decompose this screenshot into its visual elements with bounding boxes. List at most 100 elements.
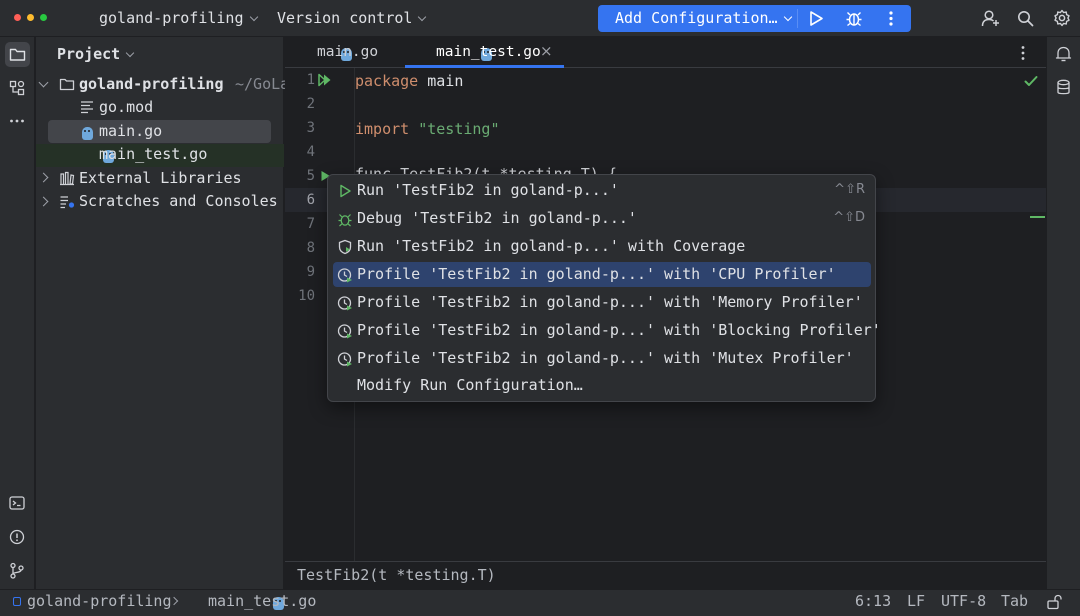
line-number: 3: [306, 120, 315, 136]
line-number: 6: [306, 192, 315, 208]
menu-item-label: Profile 'TestFib2 in goland-p...' with '…: [357, 321, 881, 339]
more-tabs-icon[interactable]: [1020, 45, 1026, 61]
run-all-gutter-icon[interactable]: [318, 73, 333, 87]
run-configuration-selector[interactable]: Add Configuration…: [615, 9, 792, 27]
structure-icon[interactable]: [9, 80, 25, 96]
menu-item-profile-mutex[interactable]: Profile 'TestFib2 in goland-p...' with '…: [333, 346, 871, 371]
no-problems-check-icon[interactable]: [1024, 75, 1038, 87]
tab-main-test-go[interactable]: main_test.go: [436, 44, 541, 60]
tree-scratches-consoles[interactable]: Scratches and Consoles: [79, 192, 278, 210]
tree-file-go-mod[interactable]: go.mod: [99, 98, 153, 116]
module-icon: [13, 597, 21, 606]
menu-item-run[interactable]: Run 'TestFib2 in goland-p...' ^⇧R: [333, 178, 871, 203]
vcs-widget[interactable]: Version control: [277, 9, 427, 27]
right-tool-strip: [1046, 37, 1080, 589]
status-breadcrumb-project[interactable]: goland-profiling: [27, 592, 172, 610]
profiler-icon: [337, 352, 352, 367]
menu-item-label: Profile 'TestFib2 in goland-p...' with '…: [357, 265, 836, 283]
more-actions-icon[interactable]: [888, 10, 894, 27]
indent-selector[interactable]: Tab: [1001, 592, 1028, 610]
unlock-icon[interactable]: [1046, 594, 1062, 610]
line-number: 5: [306, 168, 315, 184]
vcs-widget-label: Version control: [277, 9, 413, 27]
scratches-icon: [60, 196, 75, 209]
keyword-token: package: [355, 72, 419, 90]
menu-item-label: Run 'TestFib2 in goland-p...': [357, 181, 619, 199]
zoom-window-button[interactable]: [40, 14, 47, 21]
line-number: 9: [306, 264, 315, 280]
debug-icon: [338, 214, 352, 227]
tree-root-path: ~/GoLa: [235, 75, 290, 93]
menu-item-label: Run 'TestFib2 in goland-p...' with Cover…: [357, 237, 746, 255]
scrollbar-marker: [1030, 216, 1045, 218]
line-number: 10: [298, 288, 315, 304]
tree-file-main-test-go[interactable]: main_test.go: [99, 145, 207, 163]
status-breadcrumb-file[interactable]: main_test.go: [208, 592, 316, 610]
menu-item-modify-run-configuration[interactable]: Modify Run Configuration…: [333, 373, 871, 398]
add-user-icon[interactable]: [981, 9, 1000, 28]
more-tools-icon[interactable]: [9, 118, 25, 124]
code-line-1: package main: [355, 72, 463, 90]
menu-item-label: Debug 'TestFib2 in goland-p...': [357, 209, 637, 227]
menu-shortcut: ^⇧R: [834, 182, 865, 197]
run-icon[interactable]: [808, 10, 824, 27]
settings-gear-icon[interactable]: [1053, 9, 1071, 27]
tree-root-label: goland-profiling: [79, 75, 224, 93]
caret-position[interactable]: 6:13: [855, 592, 891, 610]
menu-item-profile-cpu[interactable]: Profile 'TestFib2 in goland-p...' with '…: [333, 262, 871, 287]
project-panel-title: Project: [57, 45, 121, 63]
chevron-down-icon: [125, 48, 135, 58]
tree-file-main-go[interactable]: main.go: [99, 122, 162, 140]
chevron-down-icon: [418, 12, 427, 22]
line-number: 1: [306, 72, 315, 88]
minimize-window-button[interactable]: [27, 14, 34, 21]
debug-icon[interactable]: [845, 9, 863, 27]
active-tab-indicator: [405, 65, 564, 68]
line-number: 7: [306, 216, 315, 232]
chevron-down-icon: [783, 12, 792, 22]
run-configuration-label: Add Configuration…: [615, 9, 778, 27]
string-token: "testing": [409, 120, 500, 138]
project-switcher[interactable]: goland-profiling: [99, 9, 258, 27]
menu-item-label: Profile 'TestFib2 in goland-p...' with '…: [357, 293, 863, 311]
git-branch-icon[interactable]: [9, 562, 25, 579]
menu-shortcut: ^⇧D: [833, 210, 865, 225]
menu-item-coverage[interactable]: Run 'TestFib2 in goland-p...' with Cover…: [333, 234, 871, 259]
database-icon[interactable]: [1056, 79, 1071, 96]
tab-main-go[interactable]: main.go: [317, 44, 378, 60]
line-number: 2: [306, 96, 315, 112]
line-number: 4: [306, 144, 315, 160]
menu-item-debug[interactable]: Debug 'TestFib2 in goland-p...' ^⇧D: [333, 206, 871, 231]
line-ending-selector[interactable]: LF: [907, 592, 925, 610]
library-icon: [60, 171, 75, 186]
coverage-icon: [338, 239, 352, 255]
folder-icon: [9, 48, 26, 61]
code-line-5: func TestFib2(t *testing.T) {: [355, 165, 617, 174]
go-file-icon: [82, 127, 93, 140]
text-file-icon: [81, 101, 93, 114]
divider: [797, 9, 798, 28]
menu-item-label: Modify Run Configuration…: [357, 376, 583, 394]
profiler-icon: [337, 324, 352, 339]
identifier-token: main: [418, 72, 464, 90]
keyword-token: import: [355, 120, 410, 138]
menu-item-profile-memory[interactable]: Profile 'TestFib2 in goland-p...' with '…: [333, 290, 871, 315]
profiler-icon: [337, 268, 352, 283]
function-breadcrumb[interactable]: TestFib2(t *testing.T): [297, 566, 496, 584]
tree-external-libraries[interactable]: External Libraries: [79, 169, 242, 187]
project-switcher-label: goland-profiling: [99, 9, 244, 27]
line-number: 8: [306, 240, 315, 256]
close-tab-icon[interactable]: ×: [540, 42, 553, 60]
menu-item-profile-blocking[interactable]: Profile 'TestFib2 in goland-p...' with '…: [333, 318, 881, 343]
terminal-icon[interactable]: [9, 495, 25, 511]
notifications-bell-icon[interactable]: [1055, 45, 1072, 63]
close-window-button[interactable]: [14, 14, 21, 21]
search-icon[interactable]: [1017, 10, 1034, 27]
chevron-down-icon: [249, 12, 258, 22]
profiler-icon: [337, 296, 352, 311]
problems-icon[interactable]: [9, 529, 25, 545]
encoding-selector[interactable]: UTF-8: [941, 592, 986, 610]
run-icon: [340, 184, 351, 198]
menu-item-label: Profile 'TestFib2 in goland-p...' with '…: [357, 349, 854, 367]
project-panel-header[interactable]: Project: [57, 45, 135, 63]
